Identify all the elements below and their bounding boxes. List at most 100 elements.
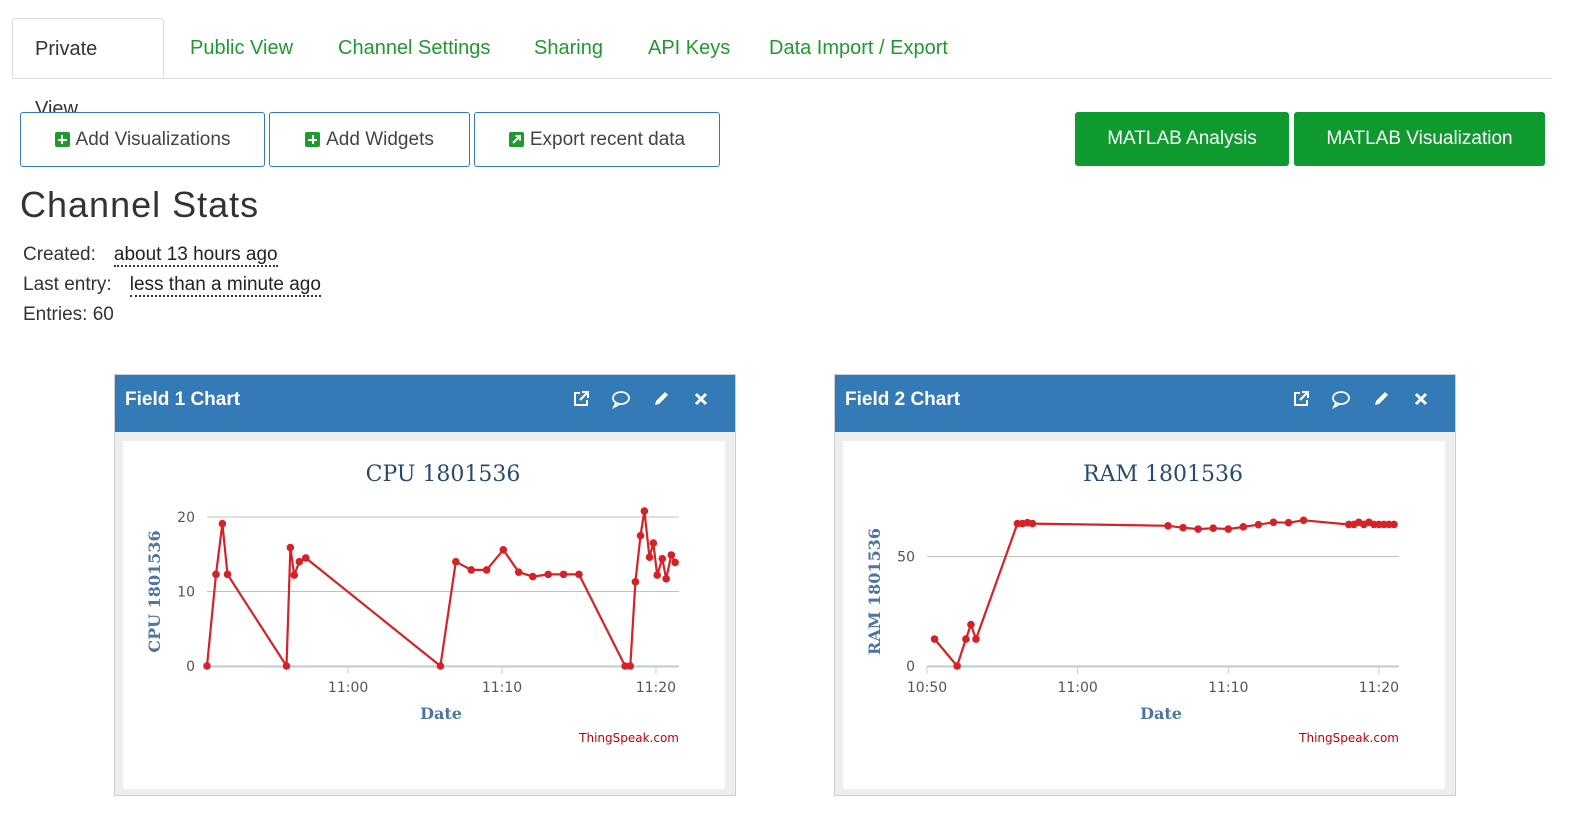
pencil-icon[interactable] [1371,389,1391,411]
panel-header: Field 1 Chart [115,375,735,432]
x-tick-label: 11:00 [328,680,368,696]
data-point [1284,518,1293,527]
x-axis-label: Date [420,704,462,723]
y-tick-label: 0 [906,659,915,675]
tab-public-view[interactable]: Public View [168,18,315,78]
export-recent-data-button[interactable]: Export recent data [474,112,720,167]
data-point [514,568,523,576]
data-point [967,620,975,629]
plus-icon [54,132,70,147]
created-value: about 13 hours ago [113,244,278,267]
data-point [467,566,476,574]
x-tick-label: 11:20 [1359,680,1399,696]
panel-title: Field 1 Chart [125,389,241,410]
data-point [218,519,227,528]
data-point [528,572,537,581]
data-point [662,575,670,583]
field-2-chart-panel: Field 2 Chart RAM 1801536 0 50 10:50 11:00 11… [834,374,1456,796]
export-icon [508,132,524,147]
tab-data-import-export[interactable]: Data Import / Export [747,18,970,78]
data-point [575,570,583,579]
y-tick-label: 0 [186,659,195,675]
data-point [658,554,667,563]
last-entry-label: Last entry: [23,274,112,295]
plus-icon [305,132,321,147]
data-point [626,662,635,670]
data-point [631,578,640,586]
data-point [286,543,295,552]
external-link-icon[interactable] [571,389,591,411]
data-point [436,662,445,670]
data-point [295,557,304,566]
data-point [282,662,291,670]
x-tick-label: 11:10 [482,680,522,696]
data-point [930,635,939,643]
x-tick-label: 10:50 [907,680,947,696]
data-point [649,539,658,547]
data-point [1239,523,1248,531]
chart-area: RAM 1801536 0 50 10:50 11:00 11:10 11:20 Date RA… [843,441,1445,789]
pencil-icon[interactable] [651,389,671,411]
add-visualizations-button[interactable]: Add Visualizations [20,112,265,167]
data-point [962,635,970,643]
x-tick-label: 11:20 [636,680,676,696]
data-point [972,635,980,643]
add-visualizations-label: Add Visualizations [75,128,231,150]
data-point [1209,524,1218,532]
y-tick-label: 50 [897,549,915,565]
external-link-icon[interactable] [1291,389,1311,411]
matlab-visualization-button[interactable]: MATLAB Visualization [1294,112,1545,166]
tab-sharing[interactable]: Sharing [512,18,625,78]
x-tick-label: 11:00 [1057,680,1097,696]
data-point [1164,521,1172,530]
entries-stat: Entries: 60 [23,304,114,325]
chart-title: CPU 1801536 [366,462,521,487]
data-point [636,531,645,540]
data-point [953,662,961,670]
chart-area: CPU 1801536 0 10 20 11:00 11:10 11:20 Date CPU 1… [123,441,725,789]
cpu-line-chart: CPU 1801536 0 10 20 11:00 11:10 11:20 Date CPU 1… [145,462,679,745]
data-point [452,557,460,566]
last-entry-value: less than a minute ago [129,274,321,297]
y-axis-label: RAM 1801536 [865,528,884,655]
export-recent-data-label: Export recent data [529,128,686,150]
data-point [645,553,654,562]
matlab-analysis-button[interactable]: MATLAB Analysis [1075,112,1289,166]
tab-private-view[interactable]: Private View [12,18,164,120]
created-label: Created: [23,244,96,265]
panel-header: Field 2 Chart [835,375,1455,432]
y-axis-label: CPU 1801536 [145,530,164,652]
channel-stats-title: Channel Stats [20,184,260,225]
data-point [1269,518,1278,527]
series-line [933,519,1394,668]
close-icon[interactable] [1411,389,1431,411]
field-1-chart-panel: Field 1 Chart CPU 1801536 0 10 20 11:00 11:10… [114,374,736,796]
chart-title: RAM 1801536 [1083,462,1243,487]
data-point [290,571,299,579]
data-point [223,570,232,579]
data-point [499,545,508,554]
panel-title: Field 2 Chart [845,389,961,410]
comment-icon[interactable] [611,389,631,411]
data-point [482,566,491,574]
data-point [653,571,661,579]
data-point [559,570,568,579]
data-point [544,570,552,579]
y-tick-label: 20 [177,510,195,526]
created-stat: Created: about 13 hours ago [23,244,278,267]
close-icon[interactable] [691,389,711,411]
tab-api-keys[interactable]: API Keys [626,18,752,78]
data-point [667,551,676,559]
data-point [1179,523,1187,532]
data-point [1390,520,1398,529]
ram-line-chart: RAM 1801536 0 50 10:50 11:00 11:10 11:20 Date RA… [865,462,1399,745]
y-tick-label: 10 [177,585,195,601]
data-point [1194,525,1202,533]
comment-icon[interactable] [1331,389,1351,411]
add-widgets-button[interactable]: Add Widgets [269,112,470,167]
x-axis-label: Date [1140,704,1182,723]
tab-channel-settings[interactable]: Channel Settings [316,18,512,78]
data-point [203,662,211,670]
last-entry-stat: Last entry: less than a minute ago [23,274,321,297]
x-tick-label: 11:10 [1208,680,1248,696]
